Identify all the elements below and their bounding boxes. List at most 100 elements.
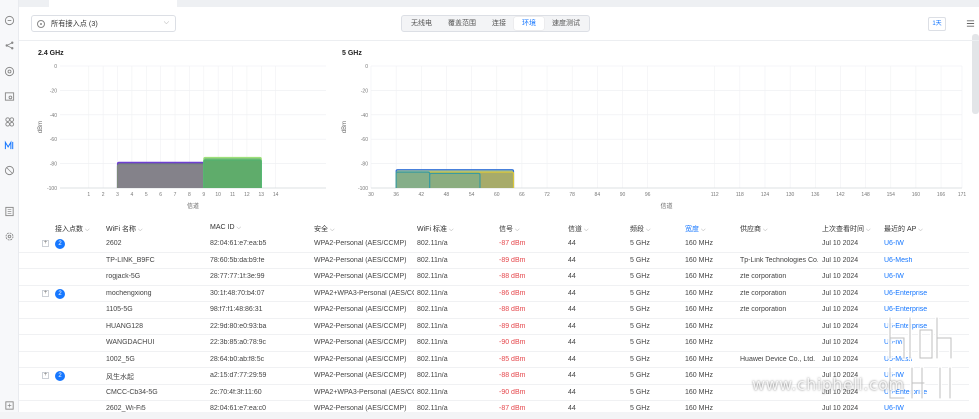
tools-icon[interactable]	[4, 400, 15, 411]
table-row[interactable]: WANGDACHUI 22:3b:85:a0:78:9c WPA2-Personal…	[19, 335, 969, 352]
col-mac-label: MAC ID	[210, 224, 235, 231]
cell-vendor: zte corporation	[740, 273, 787, 280]
y-tick-label: -20	[361, 88, 368, 94]
cell-security: WPA2-Personal (AES/CCMP)	[314, 339, 407, 346]
table-row[interactable]: rogjack-5G 28:77:77:1f:3e:99 WPA2-Personal…	[19, 269, 969, 286]
col-signal[interactable]: 信号 ⌵	[499, 224, 520, 234]
cell-channel: 44	[568, 273, 576, 280]
col-last-seen[interactable]: 上次查看时间 ⌵	[822, 224, 871, 234]
clients-icon[interactable]	[4, 116, 15, 127]
col-ap-count[interactable]: 接入点数 ⌵	[55, 224, 90, 234]
cell-security: WPA2-Personal (AES/CCMP)	[314, 273, 407, 280]
cell-last-seen: Jul 10 2024	[822, 273, 859, 280]
table-row[interactable]: +2 mochengxiong 30:1f:48:70:b4:07 WPA2+WPA3…	[19, 286, 969, 302]
cell-wifi: rogjack-5G	[106, 273, 141, 280]
target-icon[interactable]	[4, 66, 15, 77]
access-point-filter-label: 所有接入点 (3)	[51, 18, 98, 28]
x-tick-label: 160	[912, 192, 921, 198]
home-icon[interactable]	[4, 15, 15, 26]
divider	[19, 40, 979, 41]
table-row[interactable]: TP-LINK_B9FC 78:60:5b:da:b9:fe WPA2-Person…	[19, 253, 969, 269]
col-security[interactable]: 安全 ⌵	[314, 224, 335, 234]
topology-icon[interactable]	[4, 40, 15, 51]
x-tick-label: 154	[887, 192, 896, 198]
cell-signal: -88 dBm	[499, 273, 526, 280]
col-band[interactable]: 频段 ⌵	[630, 224, 651, 234]
tab-speed-test[interactable]: 速度测试	[544, 17, 588, 30]
tab-radio[interactable]: 无线电	[403, 17, 440, 30]
channel-band-area	[395, 171, 431, 188]
cell-wifi: 2602	[106, 240, 122, 247]
view-tabs: 无线电 覆盖范围 连接 环境 速度测试	[401, 15, 590, 32]
cell-ap[interactable]: U6-IW	[884, 240, 964, 247]
access-point-filter-select[interactable]: 所有接入点 (3) ⌵	[31, 15, 176, 32]
devices-icon[interactable]	[4, 91, 15, 102]
col-recent-ap[interactable]: 最近的 AP ⌵	[884, 224, 923, 234]
cell-band: 5 GHz	[630, 240, 650, 247]
column-settings-icon[interactable]	[966, 19, 975, 28]
cell-band: 5 GHz	[630, 388, 650, 396]
cell-last-seen: Jul 10 2024	[822, 240, 859, 247]
cell-mac: 22:9d:80:e0:93:ba	[210, 322, 267, 330]
y-axis-label: dBm	[342, 121, 348, 133]
x-tick-label: 1	[87, 192, 90, 198]
cell-vendor: zte corporation	[740, 289, 787, 297]
cell-ap[interactable]: U6-Mesh	[884, 257, 964, 264]
cell-width: 160 MHz	[685, 322, 714, 330]
cell-wifi: mochengxiong	[106, 289, 152, 297]
scrollbar[interactable]	[972, 34, 979, 114]
cell-width: 160 MHz	[685, 240, 714, 247]
expand-row-button[interactable]: +	[42, 289, 49, 297]
x-tick-label: 42	[419, 192, 425, 198]
col-band-label: 频段	[630, 226, 644, 233]
table-row[interactable]: +2 2602 82:04:61:e7:ea:b5 WPA2-Personal (AE…	[19, 236, 969, 253]
x-tick-label: 6	[159, 192, 162, 198]
cell-band: 5 GHz	[630, 339, 650, 346]
y-tick-label: -60	[50, 137, 57, 143]
wifiman-icon[interactable]	[4, 140, 15, 151]
cell-security: WPA2-Personal (AES/CCMP)	[314, 306, 407, 313]
cell-mac: 30:1f:48:70:b4:07	[210, 289, 265, 297]
cell-standard: 802.11n/a	[417, 322, 448, 330]
expand-row-button[interactable]: +	[42, 372, 49, 379]
browser-tab-strip	[19, 0, 979, 7]
col-vendor[interactable]: 供应商 ⌵	[740, 224, 768, 234]
tab-environment[interactable]: 环境	[514, 17, 544, 30]
col-standard[interactable]: WiFi 标准 ⌵	[417, 224, 454, 234]
cell-width: 160 MHz	[685, 273, 714, 280]
y-tick-label: -40	[361, 113, 368, 119]
cell-security: WPA2-Personal (AES/CCMP)	[314, 322, 407, 330]
cell-width: 160 MHz	[685, 388, 714, 396]
col-channel[interactable]: 信道 ⌵	[568, 224, 589, 234]
x-tick-label: 5	[145, 192, 148, 198]
cell-vendor: Tp-Link Technologies Co.,	[740, 256, 818, 264]
shield-icon[interactable]	[4, 165, 15, 176]
cell-band: 5 GHz	[630, 372, 650, 379]
col-mac[interactable]: MAC ID ⌵	[210, 224, 241, 232]
cell-width: 160 MHz	[685, 355, 714, 363]
cell-ap[interactable]: U6-IW	[884, 273, 964, 280]
tab-coverage[interactable]: 覆盖范围	[440, 17, 484, 30]
active-tab[interactable]	[49, 0, 177, 7]
table-row[interactable]: 1105-5G 98:f7:f1:48:86:31 WPA2-Personal (A…	[19, 302, 969, 319]
x-tick-label: 136	[811, 192, 820, 198]
cell-standard: 802.11n/a	[417, 306, 448, 313]
tab-connection[interactable]: 连接	[484, 17, 514, 30]
cell-ap[interactable]: U6-Enterprise	[884, 290, 964, 297]
cell-signal: -85 dBm	[499, 355, 526, 363]
list-icon[interactable]	[4, 206, 15, 217]
time-range-button[interactable]: 1天	[928, 17, 946, 31]
table-row[interactable]: 1002_5G 28:64:b0:ab:f8:5c WPA2-Personal (A…	[19, 352, 969, 368]
col-wifi[interactable]: WiFi 名称 ⌵	[106, 224, 143, 234]
x-tick-label: 78	[569, 192, 575, 198]
y-tick-label: -40	[50, 113, 57, 119]
settings-icon[interactable]	[4, 231, 15, 242]
cell-ap[interactable]: U6-IW	[884, 405, 964, 412]
expand-row-button[interactable]: +	[42, 240, 49, 247]
col-width[interactable]: 宽度 ⌵	[685, 224, 706, 234]
x-tick-label: 166	[937, 192, 946, 198]
chart-2g: 2.4 GHz 0 -20 -40 -60 -80 -100 1 2 3 4 5 6 7 8 9 10 11 12 1…	[36, 44, 336, 210]
col-recent-ap-label: 最近的 AP	[884, 226, 917, 233]
x-tick-label: 9	[202, 192, 205, 198]
table-row[interactable]: HUANG128 22:9d:80:e0:93:ba WPA2-Personal (…	[19, 319, 969, 335]
